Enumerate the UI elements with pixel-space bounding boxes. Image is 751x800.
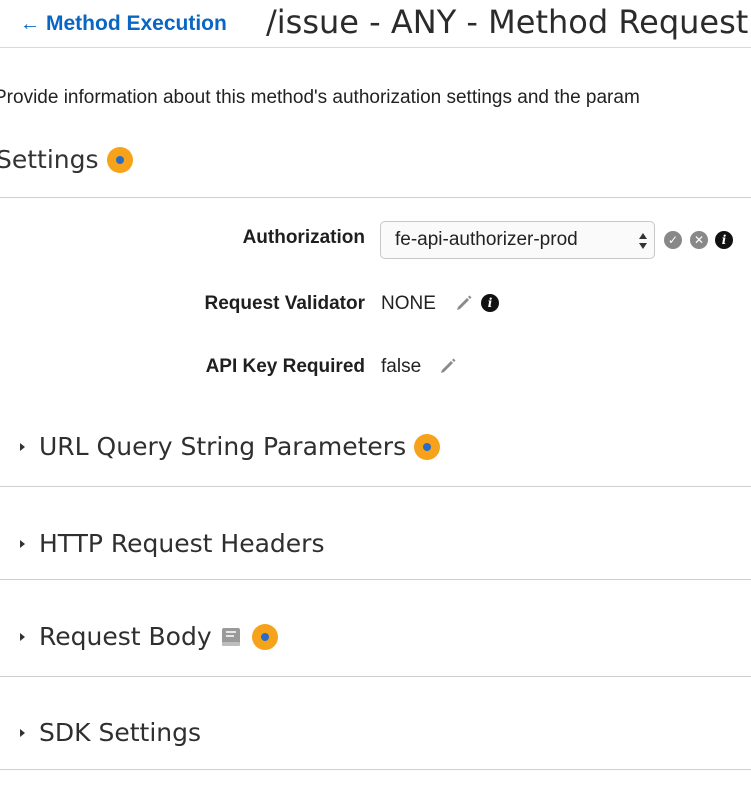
url-query-string-parameters-title: URL Query String Parameters	[39, 432, 407, 461]
edit-request-validator-pencil-icon[interactable]	[455, 294, 473, 312]
book-icon[interactable]	[218, 626, 244, 648]
caret-right-icon	[20, 442, 25, 451]
authorization-select[interactable]: fe-api-authorizer-prod	[380, 221, 655, 259]
info-dot-icon[interactable]	[106, 146, 133, 173]
http-request-headers-title: HTTP Request Headers	[39, 529, 325, 558]
edit-api-key-pencil-icon[interactable]	[439, 357, 457, 375]
api-key-required-value: false	[381, 356, 422, 377]
method-execution-back-link[interactable]: ← Method Execution	[20, 12, 227, 36]
url-query-string-parameters-toggle[interactable]: URL Query String Parameters	[20, 432, 441, 461]
settings-section-title: Settings	[0, 145, 133, 174]
info-circle-icon[interactable]: i	[715, 231, 733, 249]
settings-divider	[0, 197, 751, 198]
info-dot-icon[interactable]	[414, 433, 441, 460]
section-divider	[0, 676, 751, 677]
page-title: /issue - ANY - Method Request	[266, 3, 749, 41]
sdk-settings-toggle[interactable]: SDK Settings	[20, 718, 201, 747]
http-request-headers-toggle[interactable]: HTTP Request Headers	[20, 529, 324, 558]
caret-right-icon	[20, 728, 25, 737]
request-body-title: Request Body	[39, 622, 212, 651]
authorization-label: Authorization	[242, 227, 365, 248]
page-description: Provide information about this method's …	[0, 87, 640, 108]
request-validator-info-icon[interactable]: i	[481, 294, 499, 312]
caret-right-icon	[20, 632, 25, 641]
request-validator-value: NONE	[381, 293, 436, 314]
select-caret-icon	[639, 233, 647, 249]
section-divider	[0, 486, 751, 487]
x-circle-icon[interactable]: ✕	[690, 231, 708, 249]
back-link-label: Method Execution	[46, 12, 227, 35]
authorization-selected-value: fe-api-authorizer-prod	[395, 229, 578, 250]
check-circle-icon[interactable]: ✓	[664, 231, 682, 249]
section-divider	[0, 769, 751, 770]
sdk-settings-title: SDK Settings	[39, 718, 201, 747]
request-body-toggle[interactable]: Request Body	[20, 622, 278, 651]
settings-title-text: Settings	[0, 145, 99, 174]
caret-right-icon	[20, 539, 25, 548]
info-dot-icon[interactable]	[251, 623, 278, 650]
request-validator-label: Request Validator	[204, 293, 366, 314]
arrow-left-icon: ←	[20, 12, 40, 35]
header-divider	[0, 47, 751, 48]
section-divider	[0, 579, 751, 580]
api-key-required-label: API Key Required	[205, 356, 365, 377]
